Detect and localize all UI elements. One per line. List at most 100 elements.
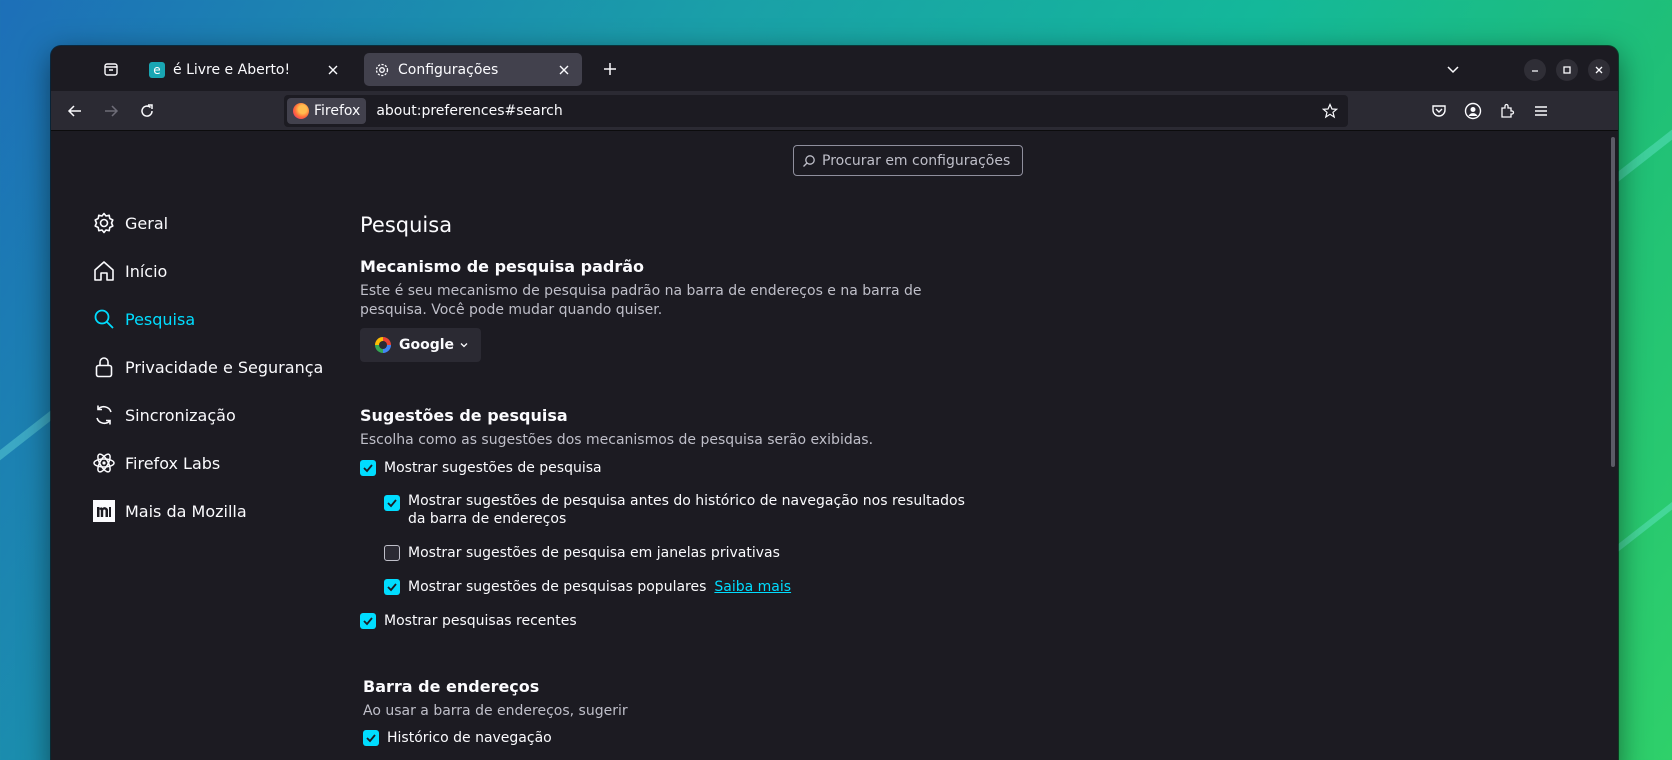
sidebar-item-pesquisa[interactable]: Pesquisa bbox=[91, 295, 323, 343]
pocket-icon bbox=[1432, 105, 1446, 117]
learn-more-link[interactable]: Saiba mais bbox=[714, 578, 791, 596]
firefox-logo-icon bbox=[293, 103, 309, 119]
sidebar-item-inicio[interactable]: Início bbox=[91, 247, 323, 295]
tab-close-button[interactable] bbox=[556, 62, 572, 78]
address-bar-description: Ao usar a barra de endereços, sugerir bbox=[363, 703, 628, 719]
gear-icon bbox=[374, 62, 390, 78]
sidebar-item-mais-da-mozilla[interactable]: Mais da Mozilla bbox=[91, 487, 323, 535]
sidebar-item-sincronizacao[interactable]: Sincronização bbox=[91, 391, 323, 439]
chevron-down-icon bbox=[1447, 66, 1459, 74]
plus-icon bbox=[604, 63, 616, 75]
checkbox-browsing-history[interactable] bbox=[363, 730, 379, 746]
site-favicon-icon: e bbox=[149, 61, 165, 78]
identity-label: Firefox bbox=[314, 103, 361, 119]
search-icon bbox=[91, 306, 117, 332]
back-button[interactable] bbox=[61, 97, 89, 125]
browser-window: e é Livre e Aberto! Configurações Firefo… bbox=[51, 46, 1618, 760]
checkbox-show-suggestions[interactable] bbox=[360, 460, 376, 476]
url-bar[interactable]: Firefox about:preferences#search bbox=[284, 95, 1348, 127]
default-engine-select[interactable]: Google bbox=[360, 328, 481, 362]
default-engine-heading: Mecanismo de pesquisa padrão bbox=[360, 257, 644, 276]
sidebar-item-label: Início bbox=[125, 261, 168, 281]
close-window-button[interactable] bbox=[1588, 59, 1610, 81]
option-browsing-history[interactable]: Histórico de navegação bbox=[363, 729, 1010, 747]
checkmark-icon bbox=[366, 734, 376, 743]
option-label: Mostrar pesquisas recentes bbox=[384, 613, 577, 629]
default-engine-description: Este é seu mecanismo de pesquisa padrão … bbox=[360, 283, 922, 318]
sidebar-item-label: Geral bbox=[125, 213, 169, 233]
reload-icon bbox=[141, 104, 153, 117]
extensions-button[interactable] bbox=[1493, 97, 1521, 125]
option-show-suggestions[interactable]: Mostrar sugestões de pesquisa bbox=[360, 459, 1010, 477]
labs-icon bbox=[91, 450, 117, 476]
close-icon bbox=[1595, 66, 1603, 74]
sidebar-item-geral[interactable]: Geral bbox=[91, 199, 323, 247]
hamburger-icon bbox=[1535, 106, 1547, 116]
checkbox-trending-suggestions[interactable] bbox=[384, 579, 400, 595]
option-trending-suggestions[interactable]: Mostrar sugestões de pesquisas populares… bbox=[384, 578, 1010, 596]
checkmark-icon bbox=[387, 583, 397, 592]
option-label: Histórico de navegação bbox=[387, 730, 552, 746]
minimize-button[interactable] bbox=[1524, 59, 1546, 81]
tab-settings[interactable]: Configurações bbox=[364, 53, 582, 86]
option-private-windows[interactable]: Mostrar sugestões de pesquisa em janelas… bbox=[384, 544, 1010, 562]
firefox-view-icon bbox=[104, 63, 118, 76]
star-icon bbox=[1322, 103, 1338, 119]
settings-search-input[interactable]: Procurar em configurações bbox=[793, 145, 1023, 176]
option-recent-searches[interactable]: Mostrar pesquisas recentes bbox=[360, 612, 1010, 630]
sidebar-item-label: Firefox Labs bbox=[125, 453, 221, 473]
option-suggestions-before-history[interactable]: Mostrar sugestões de pesquisa antes do h… bbox=[384, 492, 984, 528]
puzzle-icon bbox=[1501, 103, 1515, 118]
url-text[interactable]: about:preferences#search bbox=[376, 103, 562, 119]
search-placeholder: Procurar em configurações bbox=[822, 152, 1011, 169]
minimize-icon bbox=[1532, 70, 1538, 72]
lock-icon bbox=[91, 354, 117, 380]
checkbox-suggestions-before-history[interactable] bbox=[384, 495, 400, 511]
page-title: Pesquisa bbox=[360, 213, 453, 237]
checkbox-private-windows[interactable] bbox=[384, 545, 400, 561]
address-bar-heading: Barra de endereços bbox=[363, 677, 540, 696]
sidebar-item-label: Mais da Mozilla bbox=[125, 501, 247, 521]
tab-bar: e é Livre e Aberto! Configurações bbox=[51, 46, 1618, 91]
sidebar-item-privacidade[interactable]: Privacidade e Segurança bbox=[91, 343, 323, 391]
firefox-view-button[interactable] bbox=[97, 55, 125, 83]
bookmark-button[interactable] bbox=[1318, 99, 1342, 123]
tab-title: é Livre e Aberto! bbox=[173, 61, 291, 78]
new-tab-button[interactable] bbox=[596, 55, 624, 83]
pocket-button[interactable] bbox=[1425, 97, 1453, 125]
search-icon bbox=[802, 154, 816, 168]
nav-toolbar: Firefox about:preferences#search bbox=[51, 91, 1618, 131]
close-icon bbox=[328, 65, 338, 74]
suggestions-heading: Sugestões de pesquisa bbox=[360, 406, 568, 425]
identity-box[interactable]: Firefox bbox=[287, 98, 367, 124]
google-icon bbox=[375, 337, 391, 353]
gear-icon bbox=[91, 210, 117, 236]
categories-sidebar: Geral Início Pesquisa Privacidade e Segu… bbox=[91, 199, 323, 535]
menu-button[interactable] bbox=[1527, 97, 1555, 125]
account-button[interactable] bbox=[1459, 97, 1487, 125]
tab-close-button[interactable] bbox=[325, 62, 341, 78]
home-icon bbox=[91, 258, 117, 284]
mozilla-icon bbox=[91, 498, 117, 524]
tab-site[interactable]: e é Livre e Aberto! bbox=[139, 53, 351, 86]
suggestions-description: Escolha como as sugestões dos mecanismos… bbox=[360, 432, 874, 448]
search-pane: Pesquisa Mecanismo de pesquisa padrão Es… bbox=[360, 191, 1010, 747]
option-label: Mostrar sugestões de pesquisa bbox=[384, 460, 602, 476]
option-label: Mostrar sugestões de pesquisas populares bbox=[408, 579, 707, 595]
default-engine-value: Google bbox=[399, 337, 455, 353]
sidebar-item-label: Sincronização bbox=[125, 405, 236, 425]
tab-title: Configurações bbox=[398, 61, 499, 78]
forward-button[interactable] bbox=[97, 97, 125, 125]
reload-button[interactable] bbox=[133, 97, 161, 125]
preferences-page: Procurar em configurações Geral Início P… bbox=[51, 131, 1618, 760]
checkmark-icon bbox=[363, 464, 373, 473]
sidebar-item-firefox-labs[interactable]: Firefox Labs bbox=[91, 439, 323, 487]
option-label: Mostrar sugestões de pesquisa antes do h… bbox=[408, 493, 965, 527]
checkbox-recent-searches[interactable] bbox=[360, 613, 376, 629]
maximize-button[interactable] bbox=[1556, 59, 1578, 81]
close-icon bbox=[559, 65, 569, 74]
list-all-tabs-button[interactable] bbox=[1439, 55, 1467, 83]
maximize-icon bbox=[1563, 66, 1571, 74]
scrollbar-thumb[interactable] bbox=[1611, 137, 1615, 467]
arrow-right-icon bbox=[105, 105, 119, 117]
